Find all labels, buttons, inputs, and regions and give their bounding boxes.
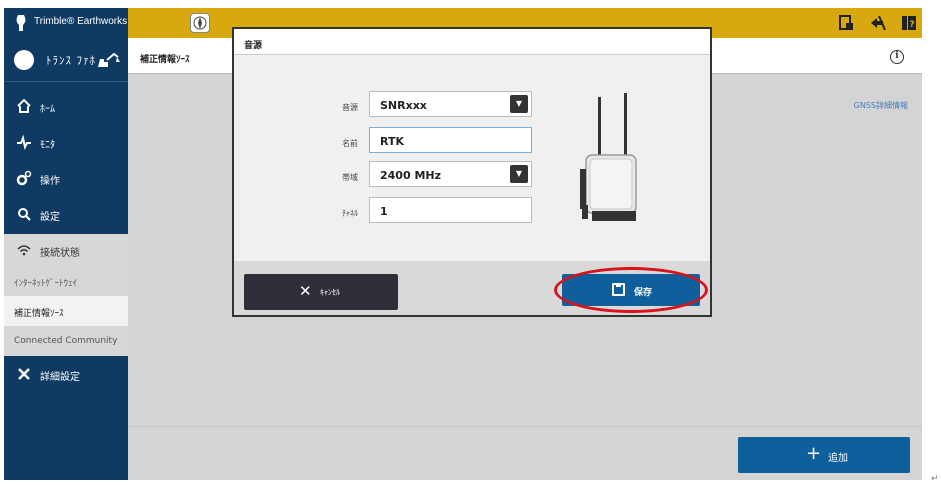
chevron-down-icon[interactable]: ▼ [510, 95, 528, 113]
sidebar-subitem-label: ｲﾝﾀｰﾈｯﾄｹﾞｰﾄｳｪｲ [14, 279, 78, 289]
cancel-button-label: ｷｬﾝｾﾙ [320, 288, 340, 297]
sidebar-item-label: 詳細設定 [40, 372, 80, 383]
sidebar-item-connection-status[interactable]: 接続状態 [4, 234, 128, 266]
channel-label: ﾁｬﾈﾙ [342, 209, 358, 218]
settings-icon [18, 208, 31, 221]
report-icon[interactable] [837, 14, 855, 32]
sidebar-item-label: 接続状態 [40, 248, 80, 259]
cancel-button[interactable]: ✕ ｷｬﾝｾﾙ [244, 274, 398, 310]
machine-name: ﾄﾗﾝｽ ﾌｧﾎ [46, 54, 96, 67]
wifi-icon [17, 245, 31, 256]
name-field[interactable]: RTK [369, 127, 532, 153]
sidebar-subitem-correction-source[interactable]: 補正情報ｿｰｽ [4, 296, 128, 326]
radio-device-image [580, 93, 637, 221]
sidebar-item-label: ﾓﾆﾀ [40, 140, 55, 151]
sidebar-item-operate[interactable]: 操作 [4, 162, 128, 194]
add-button-label: 追加 [828, 453, 848, 464]
sidebar-subitem-internet-gateway[interactable]: ｲﾝﾀｰﾈｯﾄｹﾞｰﾄｳｪｲ [4, 266, 128, 296]
home-icon [17, 98, 31, 113]
info-icon[interactable]: i [890, 50, 904, 64]
compass-icon[interactable] [190, 13, 210, 33]
app-window: Trimble® Earthworks ? ﾄﾗﾝｽ ﾌｧﾎ ﾎｰﾑ ﾓﾆﾀ 操… [4, 8, 922, 480]
sidebar-item-monitor[interactable]: ﾓﾆﾀ [4, 126, 128, 158]
operate-icon [16, 170, 32, 186]
gnss-details-link[interactable]: GNSS詳細情報 [854, 100, 908, 111]
survey-icon[interactable] [869, 14, 887, 32]
name-label: 名前 [342, 139, 358, 148]
source-label: 音源 [342, 103, 358, 112]
sidebar-subitem-label: 補正情報ｿｰｽ [14, 309, 64, 319]
return-mark: ↵ [931, 474, 939, 484]
add-button[interactable]: + 追加 [738, 437, 910, 473]
name-value: RTK [380, 135, 405, 148]
sidebar-item-label: 操作 [40, 176, 60, 187]
close-icon: ✕ [299, 282, 312, 300]
plus-icon: + [806, 443, 822, 464]
sidebar-item-settings[interactable]: 設定 [4, 198, 128, 230]
source-value: SNRxxx [380, 99, 427, 112]
sidebar-item-home[interactable]: ﾎｰﾑ [4, 90, 128, 122]
chevron-down-icon[interactable]: ▼ [510, 165, 528, 183]
trimble-logo-icon [16, 15, 26, 31]
sidebar-item-label: 設定 [40, 212, 60, 223]
brand-name: Trimble® Earthworks [34, 16, 128, 27]
band-value: 2400 MHz [380, 169, 441, 182]
channel-value: 1 [380, 205, 388, 218]
monitor-icon [17, 134, 31, 150]
sidebar: ﾄﾗﾝｽ ﾌｧﾎ ﾎｰﾑ ﾓﾆﾀ 操作 設定 接続状態 ｲﾝﾀｰﾈｯﾄｹﾞｰﾄｳ… [4, 38, 128, 480]
dialog-title: 音源 [244, 41, 263, 51]
help-icon[interactable]: ? [900, 14, 918, 32]
machine-selector[interactable]: ﾄﾗﾝｽ ﾌｧﾎ [4, 38, 128, 82]
svg-text:?: ? [909, 20, 914, 30]
channel-field[interactable]: 1 [369, 197, 532, 223]
excavator-icon [98, 52, 120, 67]
band-select[interactable]: 2400 MHz ▼ [369, 161, 532, 187]
source-select[interactable]: SNRxxx ▼ [369, 91, 532, 117]
tools-icon [18, 368, 30, 380]
dialog-header: 音源 [234, 29, 710, 55]
sidebar-item-advanced-settings[interactable]: 詳細設定 [4, 358, 128, 390]
sidebar-item-label: ﾎｰﾑ [40, 104, 55, 115]
sidebar-subitem-label: Connected Community [14, 336, 118, 346]
page-title: 補正情報ｿｰｽ [140, 55, 190, 65]
save-highlight-annotation [554, 267, 708, 313]
machine-avatar [14, 50, 34, 70]
dialog-body: 音源 SNRxxx ▼ 名前 RTK 帯域 2400 MHz ▼ ﾁｬﾈﾙ 1 [234, 55, 710, 261]
brand-area: Trimble® Earthworks [4, 8, 128, 38]
band-label: 帯域 [342, 173, 358, 182]
sidebar-subitem-connected-community[interactable]: Connected Community [4, 326, 128, 356]
